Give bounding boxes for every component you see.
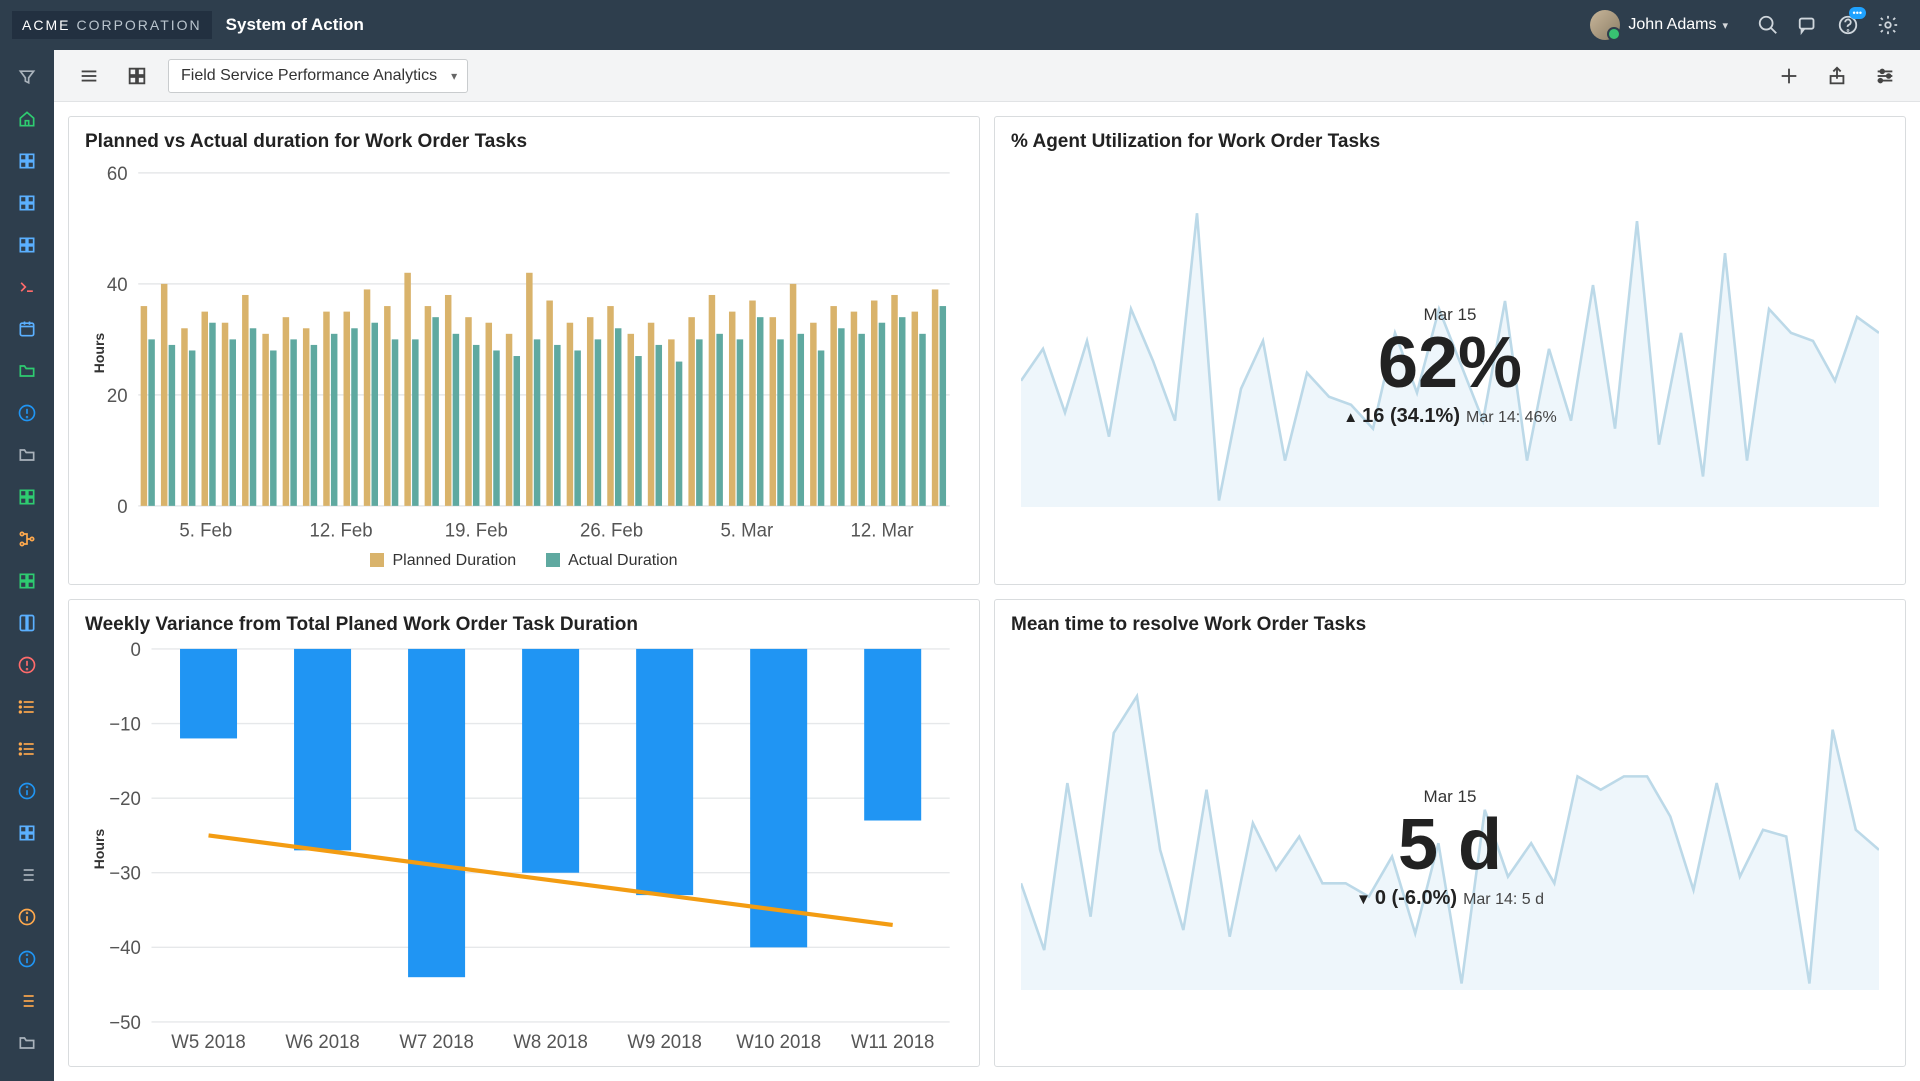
- card-agent-utilization: % Agent Utilization for Work Order Tasks…: [994, 116, 1906, 585]
- svg-text:W9 2018: W9 2018: [627, 1031, 701, 1052]
- grid-icon[interactable]: [10, 480, 44, 514]
- stat-date: Mar 15: [1343, 305, 1556, 325]
- chart-weekly-variance: Hours 0 −10 −20 −30 −40 −50 W5 2018 W6 2018 W7 2…: [85, 642, 963, 1057]
- stat-date: Mar 15: [1356, 787, 1544, 807]
- card-title: Weekly Variance from Total Planed Work O…: [85, 614, 963, 636]
- list-icon[interactable]: [10, 858, 44, 892]
- left-nav-rail: [0, 50, 54, 1081]
- grid-icon[interactable]: [10, 228, 44, 262]
- book-icon[interactable]: [10, 606, 44, 640]
- stat-prev: Mar 14: 46%: [1466, 409, 1557, 426]
- card-title: Planned vs Actual duration for Work Orde…: [85, 131, 963, 153]
- stat-delta: 0 (-6.0%)Mar 14: 5 d: [1356, 887, 1544, 910]
- help-badge-dot: •••: [1849, 7, 1866, 19]
- svg-text:5. Mar: 5. Mar: [720, 520, 773, 541]
- home-icon[interactable]: [10, 102, 44, 136]
- svg-text:19. Feb: 19. Feb: [445, 520, 508, 541]
- avatar[interactable]: [1590, 10, 1620, 40]
- svg-text:5. Feb: 5. Feb: [179, 520, 232, 541]
- brand-strong: ACME: [22, 17, 70, 33]
- card-title: Mean time to resolve Work Order Tasks: [1011, 614, 1889, 636]
- gear-icon[interactable]: [1868, 5, 1908, 45]
- card-planned-vs-actual: Planned vs Actual duration for Work Orde…: [68, 116, 980, 585]
- svg-text:W11 2018: W11 2018: [851, 1031, 934, 1052]
- svg-text:12. Feb: 12. Feb: [310, 520, 373, 541]
- stat-prev: Mar 14: 5 d: [1463, 891, 1544, 908]
- grid-icon[interactable]: [10, 816, 44, 850]
- svg-text:0: 0: [117, 496, 127, 517]
- alert-icon[interactable]: [10, 396, 44, 430]
- layout-icon[interactable]: [120, 59, 154, 93]
- user-menu-caret-icon[interactable]: ▾: [1722, 19, 1728, 32]
- svg-text:W5 2018: W5 2018: [171, 1031, 245, 1052]
- svg-text:60: 60: [107, 163, 128, 184]
- hamburger-icon[interactable]: [72, 59, 106, 93]
- folder-icon[interactable]: [10, 1026, 44, 1060]
- list-icon[interactable]: [10, 732, 44, 766]
- info-icon[interactable]: [10, 942, 44, 976]
- filter-icon[interactable]: [10, 60, 44, 94]
- list-icon[interactable]: [10, 984, 44, 1018]
- grid-icon[interactable]: [10, 564, 44, 598]
- dashboard-toolbar: Field Service Performance Analytics: [54, 50, 1920, 102]
- legend-item: Planned Duration: [370, 552, 516, 570]
- prompt-icon[interactable]: [10, 270, 44, 304]
- svg-text:26. Feb: 26. Feb: [580, 520, 643, 541]
- stat-value: 62%: [1343, 327, 1556, 399]
- stat-delta: 16 (34.1%)Mar 14: 46%: [1343, 405, 1556, 428]
- alert-icon[interactable]: [10, 648, 44, 682]
- svg-text:−50: −50: [109, 1012, 141, 1033]
- search-icon[interactable]: [1748, 5, 1788, 45]
- username[interactable]: John Adams: [1628, 16, 1716, 34]
- svg-text:−20: −20: [109, 788, 141, 809]
- grid-icon[interactable]: [10, 186, 44, 220]
- info-icon[interactable]: [10, 774, 44, 808]
- card-mttr: Mean time to resolve Work Order Tasks Ma…: [994, 599, 1906, 1068]
- share-icon[interactable]: [1820, 59, 1854, 93]
- svg-text:W8 2018: W8 2018: [513, 1031, 587, 1052]
- svg-text:20: 20: [107, 385, 128, 406]
- chart-planned-vs-actual: Hours 0 20 40 60 5. Feb 12. Feb 19. Feb 26. Feb…: [85, 159, 963, 548]
- svg-text:−40: −40: [109, 937, 141, 958]
- hierarchy-icon[interactable]: [10, 522, 44, 556]
- svg-text:−10: −10: [109, 714, 141, 735]
- y-axis-label: Hours: [91, 829, 107, 869]
- card-weekly-variance: Weekly Variance from Total Planed Work O…: [68, 599, 980, 1068]
- card-title: % Agent Utilization for Work Order Tasks: [1011, 131, 1889, 153]
- info-icon[interactable]: [10, 900, 44, 934]
- svg-text:W10 2018: W10 2018: [736, 1031, 821, 1052]
- folder-icon[interactable]: [10, 354, 44, 388]
- grid-icon[interactable]: [10, 144, 44, 178]
- sliders-icon[interactable]: [1868, 59, 1902, 93]
- svg-text:−30: −30: [109, 863, 141, 884]
- top-banner: ACME CORPORATION System of Action John A…: [0, 0, 1920, 50]
- list-icon[interactable]: [10, 690, 44, 724]
- svg-text:12. Mar: 12. Mar: [851, 520, 915, 541]
- add-icon[interactable]: [1772, 59, 1806, 93]
- help-icon[interactable]: •••: [1828, 5, 1868, 45]
- system-title: System of Action: [226, 15, 364, 35]
- stat-block: Mar 15 62% 16 (34.1%)Mar 14: 46%: [1343, 305, 1556, 428]
- chat-icon[interactable]: [1788, 5, 1828, 45]
- stat-value: 5 d: [1356, 809, 1544, 881]
- svg-text:W6 2018: W6 2018: [285, 1031, 359, 1052]
- brand-badge: ACME CORPORATION: [12, 11, 212, 39]
- brand-light: CORPORATION: [76, 17, 201, 33]
- dashboard-grid: Planned vs Actual duration for Work Orde…: [54, 102, 1920, 1081]
- svg-text:40: 40: [107, 274, 128, 295]
- calendar-icon[interactable]: [10, 312, 44, 346]
- svg-text:0: 0: [131, 642, 141, 661]
- y-axis-label: Hours: [91, 333, 107, 373]
- legend-item: Actual Duration: [546, 552, 677, 570]
- stat-block: Mar 15 5 d 0 (-6.0%)Mar 14: 5 d: [1356, 787, 1544, 910]
- dashboard-selector[interactable]: Field Service Performance Analytics: [168, 59, 468, 93]
- chart-legend: Planned Duration Actual Duration: [85, 548, 963, 574]
- folder-icon[interactable]: [10, 438, 44, 472]
- svg-text:W7 2018: W7 2018: [399, 1031, 473, 1052]
- dashboard-selector-label: Field Service Performance Analytics: [181, 67, 437, 85]
